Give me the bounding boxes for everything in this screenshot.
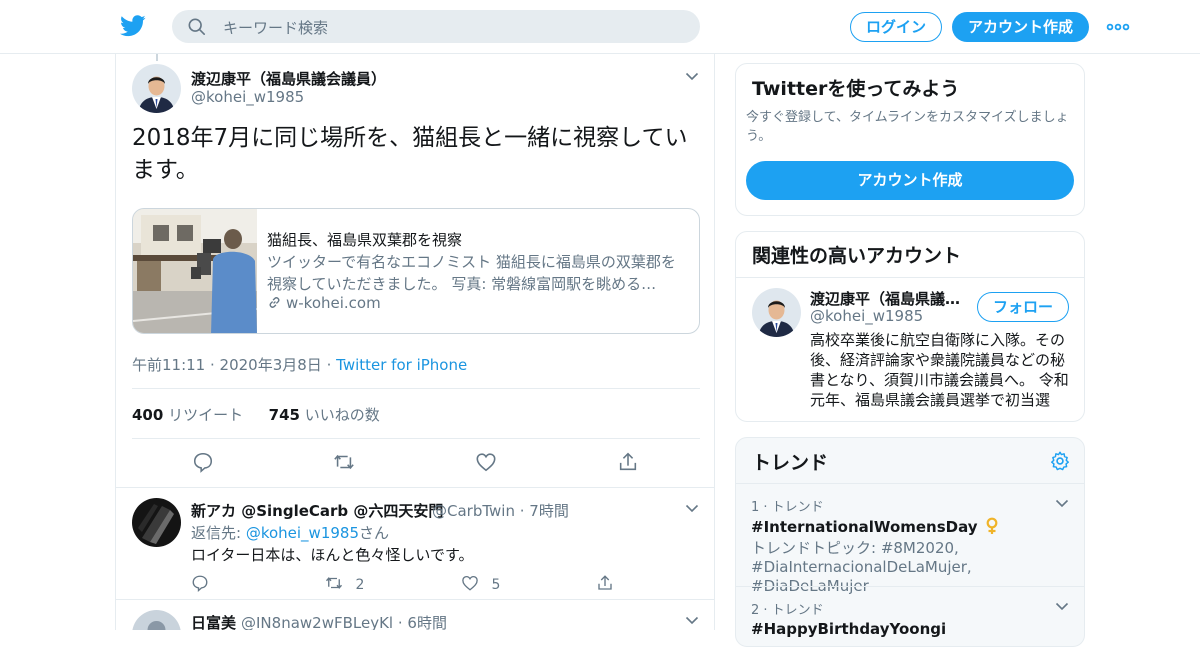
search-input[interactable]: キーワード検索 xyxy=(172,10,700,43)
like-count: 745 xyxy=(268,406,300,424)
settings-gear-icon[interactable] xyxy=(1049,450,1071,472)
related-account-handle[interactable]: @kohei_w1985 xyxy=(810,307,923,325)
reply-reply-button[interactable] xyxy=(191,574,209,594)
reply-time[interactable]: · 6時間 xyxy=(398,614,447,630)
reply-icon[interactable] xyxy=(192,451,214,473)
reply-handle-text: @IN8naw2wFBLeyKl xyxy=(241,614,394,630)
reply-retweet-count: 2 xyxy=(355,577,365,593)
like-label: いいねの数 xyxy=(304,406,380,424)
retweet-count: 400 xyxy=(132,406,164,424)
chevron-down-icon[interactable] xyxy=(685,616,699,625)
replying-to: 返信先: @kohei_w1985さん xyxy=(191,522,389,543)
retweet-icon xyxy=(325,577,343,589)
reply-time[interactable]: · 7時間 xyxy=(520,502,569,520)
chevron-down-icon[interactable] xyxy=(685,72,699,81)
reply-text: ロイター日本は、ほんと色々怪しいです。 xyxy=(191,546,474,564)
reply-retweet-button[interactable]: 2 xyxy=(325,574,364,594)
more-options-icon[interactable] xyxy=(1106,22,1130,32)
trend-hashtag: #InternationalWomensDay xyxy=(751,518,978,536)
link-icon xyxy=(269,297,280,308)
tweet-timestamp: 午前11:11 · 2020年3月8日 · Twitter for iPhone xyxy=(132,354,467,375)
reply-tweet[interactable]: 新アカ @SingleCarb @六四天安門 @CarbTwin · 7時間 返… xyxy=(116,487,714,600)
card-title: 猫組長、福島県双葉郡を視察 xyxy=(267,231,463,249)
retweet-label: リツイート xyxy=(168,406,244,424)
login-button[interactable]: ログイン xyxy=(850,12,942,42)
trends-panel-title: トレンド xyxy=(752,452,829,474)
reply-author-handle[interactable]: @CarbTwin · 7時間 xyxy=(432,500,569,521)
signup-panel: Twitterを使ってみよう 今すぐ登録して、タイムラインをカスタマイズしましょ… xyxy=(735,63,1085,216)
reply-author-name[interactable]: 新アカ @SingleCarb @六四天安門 xyxy=(191,500,443,521)
signup-panel-subtitle: 今すぐ登録して、タイムラインをカスタマイズしましょう。 xyxy=(746,110,1069,144)
related-panel-title: 関連性の高いアカウント xyxy=(752,245,962,267)
card-description: ツイッターで有名なエコノミスト 猫組長に福島県の双葉郡を視察していただきました。… xyxy=(267,253,676,293)
reply-tweet[interactable]: 日富美 @IN8naw2wFBLeyKl · 6時間 xyxy=(116,599,714,630)
top-navigation-bar: キーワード検索 ログイン アカウント作成 xyxy=(0,0,1200,54)
trend-name: #InternationalWomensDay xyxy=(751,517,999,536)
signup-panel-title: Twitterを使ってみよう xyxy=(752,78,960,100)
author-name[interactable]: 渡辺康平（福島県議会議員） xyxy=(191,68,386,89)
related-account-bio: 高校卒業後に航空自衛隊に入隊。その後、経済評論家や衆議院議員などの秘書となり、須… xyxy=(810,331,1069,409)
reply-share-button[interactable] xyxy=(596,574,614,594)
link-card[interactable]: 猫組長、福島県双葉郡を視察 ツイッターで有名なエコノミスト 猫組長に福島県の双葉… xyxy=(132,208,700,334)
retweet-stat[interactable]: 400 リツイート xyxy=(132,406,243,424)
like-heart-icon[interactable] xyxy=(475,451,497,473)
reply-handle-text: @CarbTwin xyxy=(432,502,515,520)
reply-like-button[interactable]: 5 xyxy=(461,574,500,594)
card-domain: w-kohei.com xyxy=(267,294,381,312)
search-icon xyxy=(188,18,206,36)
separator-dot: · xyxy=(326,356,332,374)
trend-item[interactable]: 2 · トレンド #HappyBirthdayYoongi xyxy=(736,586,1084,646)
reply-like-count: 5 xyxy=(491,577,501,593)
retweet-icon[interactable] xyxy=(333,451,355,473)
reply-author-name[interactable]: 日富美 xyxy=(191,612,236,630)
share-icon xyxy=(598,575,612,590)
divider xyxy=(132,388,700,389)
trend-rank: 1 · トレンド xyxy=(751,500,824,515)
like-heart-icon xyxy=(462,575,478,591)
related-account-name[interactable]: 渡辺康平（福島県議… xyxy=(810,288,960,309)
card-thumbnail-image xyxy=(133,209,257,333)
reply-to-suffix: さん xyxy=(359,524,390,542)
share-icon[interactable] xyxy=(617,451,639,473)
timestamp-text[interactable]: 午前11:11 · 2020年3月8日 xyxy=(132,356,322,374)
tweet-text: 2018年7月に同じ場所を、猫組長と一緒に視察しています。 xyxy=(132,125,688,183)
thread-connector xyxy=(156,54,158,61)
chevron-down-icon[interactable] xyxy=(685,504,699,513)
tweet-stats: 400 リツイート 745 いいねの数 xyxy=(132,404,380,425)
author-handle[interactable]: @kohei_w1985 xyxy=(191,88,304,106)
sidebar-signup-button[interactable]: アカウント作成 xyxy=(746,161,1074,200)
divider xyxy=(132,438,700,439)
tweet-source-link[interactable]: Twitter for iPhone xyxy=(336,356,467,374)
search-placeholder: キーワード検索 xyxy=(223,19,329,37)
trend-item[interactable]: 1 · トレンド #InternationalWomensDay トレンドトピッ… xyxy=(736,483,1084,595)
signup-button[interactable]: アカウント作成 xyxy=(952,12,1089,42)
divider xyxy=(736,277,1084,278)
trend-rank: 2 · トレンド xyxy=(751,603,824,618)
reply-icon xyxy=(192,575,208,592)
related-accounts-panel: 関連性の高いアカウント 渡辺康平（福島県議… @kohei_w1985 フォロー… xyxy=(735,231,1085,422)
like-stat[interactable]: 745 いいねの数 xyxy=(269,406,380,424)
reply-to-prefix: 返信先: xyxy=(191,524,246,542)
tweet-detail-column: 渡辺康平（福島県議会議員） @kohei_w1985 2018年7月に同じ場所を… xyxy=(115,54,715,630)
twitter-bird-icon[interactable] xyxy=(120,14,146,38)
follow-button[interactable]: フォロー xyxy=(977,292,1069,322)
reply-avatar[interactable] xyxy=(132,498,181,547)
card-domain-text: w-kohei.com xyxy=(286,294,381,312)
related-account-avatar[interactable] xyxy=(752,288,801,337)
author-avatar[interactable] xyxy=(132,64,181,113)
chevron-down-icon[interactable] xyxy=(1055,499,1069,508)
chevron-down-icon[interactable] xyxy=(1055,602,1069,611)
trends-panel: トレンド 1 · トレンド #InternationalWomensDay トレ… xyxy=(735,437,1085,647)
reply-author-handle[interactable]: @IN8naw2wFBLeyKl · 6時間 xyxy=(241,612,447,630)
reply-to-mention[interactable]: @kohei_w1985 xyxy=(246,524,359,542)
venus-emoji-icon xyxy=(986,517,998,534)
trend-hashtag: #HappyBirthdayYoongi xyxy=(751,620,947,638)
reply-avatar[interactable] xyxy=(132,610,181,630)
